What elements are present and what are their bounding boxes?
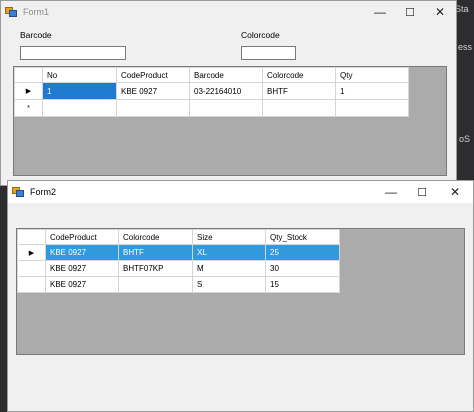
background-label-3: oS xyxy=(459,134,471,144)
barcode-label: Barcode xyxy=(20,30,52,40)
table-cell-qty-stock[interactable]: 15 xyxy=(265,276,340,293)
form2-header-row: CodeProduct Colorcode Size Qty_Stock xyxy=(17,229,340,245)
background-label-2: ess xyxy=(458,42,473,52)
table-cell-qty[interactable]: 1 xyxy=(335,82,409,100)
column-header-colorcode[interactable]: Colorcode xyxy=(118,229,193,245)
table-cell-colorcode[interactable]: BHTF xyxy=(118,244,193,261)
table-cell-colorcode[interactable]: BHTF07KP xyxy=(118,260,193,277)
table-cell-size[interactable]: S xyxy=(192,276,266,293)
form1-close-button[interactable]: ✕ xyxy=(425,1,455,23)
current-row-indicator-icon[interactable]: ▶ xyxy=(17,244,46,261)
column-header-size[interactable]: Size xyxy=(192,229,266,245)
form2-maximize-button[interactable]: ☐ xyxy=(407,181,437,203)
column-header-colorcode[interactable]: Colorcode xyxy=(262,67,336,83)
table-row[interactable]: KBE 0927 BHTF07KP M 30 xyxy=(17,260,340,277)
table-cell-size[interactable]: M xyxy=(192,260,266,277)
colorcode-label: Colorcode xyxy=(241,30,280,40)
new-row-cell[interactable] xyxy=(42,99,117,117)
row-header[interactable] xyxy=(17,260,46,277)
table-row[interactable]: ▶ KBE 0927 BHTF XL 25 xyxy=(17,244,340,261)
table-cell-qty-stock[interactable]: 30 xyxy=(265,260,340,277)
form2-title: Form2 xyxy=(30,187,57,197)
form2-datagrid[interactable]: CodeProduct Colorcode Size Qty_Stock ▶ K… xyxy=(16,228,465,355)
new-row-cell[interactable] xyxy=(335,99,409,117)
column-header-qty-stock[interactable]: Qty_Stock xyxy=(265,229,340,245)
form1-maximize-button[interactable]: ☐ xyxy=(395,1,425,23)
table-cell-barcode[interactable]: 03-22164010 xyxy=(189,82,263,100)
table-cell-codeproduct[interactable]: KBE 0927 xyxy=(45,276,119,293)
form-app-icon xyxy=(12,187,24,197)
form1-title: Form1 xyxy=(23,7,50,17)
row-header[interactable] xyxy=(17,276,46,293)
table-cell-codeproduct[interactable]: KBE 0927 xyxy=(45,244,119,261)
table-cell-colorcode[interactable]: BHTF xyxy=(262,82,336,100)
table-row[interactable]: KBE 0927 S 15 xyxy=(17,276,340,293)
new-row[interactable]: * xyxy=(14,99,409,117)
colorcode-input[interactable] xyxy=(241,46,296,60)
form1-corner-header[interactable] xyxy=(14,67,43,83)
table-cell-codeproduct[interactable]: KBE 0927 xyxy=(116,82,190,100)
new-row-indicator-icon[interactable]: * xyxy=(14,99,43,117)
column-header-barcode[interactable]: Barcode xyxy=(189,67,263,83)
table-cell-colorcode[interactable] xyxy=(118,276,193,293)
column-header-no[interactable]: No xyxy=(42,67,117,83)
new-row-cell[interactable] xyxy=(262,99,336,117)
form2-close-button[interactable]: ✕ xyxy=(440,181,470,203)
table-row[interactable]: ▶ 1 KBE 0927 03-22164010 BHTF 1 xyxy=(14,82,409,100)
form2-window: Form2 — ☐ ✕ CodeProduct Colorcode Size Q… xyxy=(7,180,474,412)
column-header-qty[interactable]: Qty xyxy=(335,67,409,83)
new-row-cell[interactable] xyxy=(116,99,190,117)
table-cell-codeproduct[interactable]: KBE 0927 xyxy=(45,260,119,277)
table-cell-size[interactable]: XL xyxy=(192,244,266,261)
new-row-cell[interactable] xyxy=(189,99,263,117)
form1-minimize-button[interactable]: — xyxy=(365,1,395,23)
background-label-1: Sta xyxy=(455,4,469,14)
column-header-codeproduct[interactable]: CodeProduct xyxy=(116,67,190,83)
form1-datagrid[interactable]: No CodeProduct Barcode Colorcode Qty ▶ 1… xyxy=(13,66,447,176)
form1-table: No CodeProduct Barcode Colorcode Qty ▶ 1… xyxy=(14,67,409,117)
form2-minimize-button[interactable]: — xyxy=(376,181,406,203)
form1-header-row: No CodeProduct Barcode Colorcode Qty xyxy=(14,67,409,83)
current-row-indicator-icon[interactable]: ▶ xyxy=(14,82,43,100)
form2-table: CodeProduct Colorcode Size Qty_Stock ▶ K… xyxy=(17,229,340,293)
form1-window: Form1 — ☐ ✕ Barcode Colorcode No CodePro… xyxy=(0,0,457,186)
form2-corner-header[interactable] xyxy=(17,229,46,245)
form-app-icon xyxy=(5,7,17,17)
barcode-input[interactable] xyxy=(20,46,126,60)
column-header-codeproduct[interactable]: CodeProduct xyxy=(45,229,119,245)
table-cell-qty-stock[interactable]: 25 xyxy=(265,244,340,261)
table-cell-no[interactable]: 1 xyxy=(42,82,117,100)
